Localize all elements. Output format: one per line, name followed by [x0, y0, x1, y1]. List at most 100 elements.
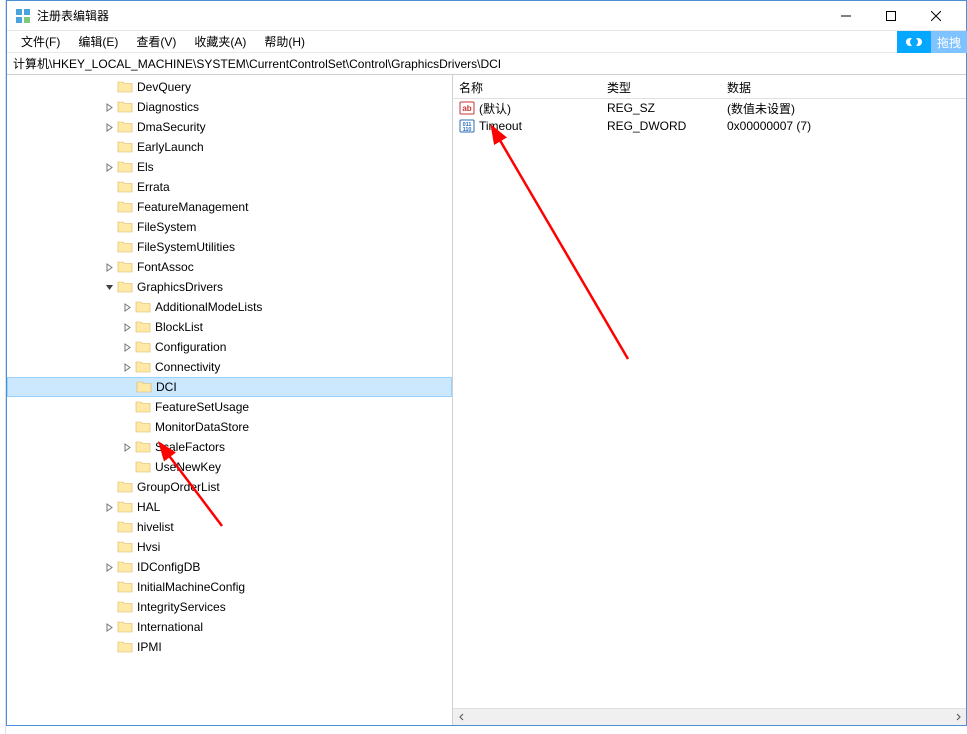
tree-label: AdditionalModeLists: [155, 300, 262, 314]
tree-node[interactable]: FeatureManagement: [7, 197, 452, 217]
expander-none: [101, 219, 117, 235]
column-header-type[interactable]: 类型: [601, 75, 721, 98]
column-header-data[interactable]: 数据: [721, 75, 951, 98]
chevron-right-icon[interactable]: [119, 319, 135, 335]
tree-node[interactable]: Diagnostics: [7, 97, 452, 117]
binary-value-icon: 011110: [459, 118, 475, 134]
list-row[interactable]: 011110TimeoutREG_DWORD0x00000007 (7): [453, 117, 966, 135]
minimize-button[interactable]: [823, 1, 868, 30]
registry-editor-window: 注册表编辑器 拖拽 文件(F)编辑(E)查看(V)收藏夹(A)帮助(H) 计算机…: [6, 0, 967, 726]
maximize-button[interactable]: [868, 1, 913, 30]
expander-none: [101, 479, 117, 495]
tree-node[interactable]: MonitorDataStore: [7, 417, 452, 437]
scroll-track[interactable]: [470, 709, 949, 726]
menu-item[interactable]: 收藏夹(A): [186, 31, 254, 52]
tree-label: GraphicsDrivers: [137, 280, 223, 294]
tree-node[interactable]: Configuration: [7, 337, 452, 357]
chevron-down-icon[interactable]: [101, 279, 117, 295]
value-name: (默认): [479, 100, 511, 117]
folder-icon: [117, 479, 133, 495]
tree-node[interactable]: FeatureSetUsage: [7, 397, 452, 417]
tree-node[interactable]: Errata: [7, 177, 452, 197]
tree-node[interactable]: BlockList: [7, 317, 452, 337]
folder-icon: [135, 439, 151, 455]
window-title: 注册表编辑器: [37, 7, 823, 24]
folder-icon: [117, 219, 133, 235]
chevron-right-icon[interactable]: [119, 439, 135, 455]
folder-icon: [136, 379, 152, 395]
tree-label: Els: [137, 160, 154, 174]
tree-node[interactable]: DmaSecurity: [7, 117, 452, 137]
chevron-right-icon[interactable]: [119, 339, 135, 355]
tree-node[interactable]: HAL: [7, 497, 452, 517]
chevron-right-icon[interactable]: [101, 159, 117, 175]
folder-icon: [117, 579, 133, 595]
tree-label: Hvsi: [137, 540, 160, 554]
folder-icon: [117, 279, 133, 295]
tree-node[interactable]: IPMI: [7, 637, 452, 657]
list-pane: 名称 类型 数据 ab(默认)REG_SZ(数值未设置)011110Timeou…: [453, 75, 966, 725]
chevron-right-icon[interactable]: [101, 259, 117, 275]
folder-icon: [117, 239, 133, 255]
expander-none: [101, 639, 117, 655]
tree-node[interactable]: FileSystem: [7, 217, 452, 237]
tree-node[interactable]: Els: [7, 157, 452, 177]
folder-icon: [117, 199, 133, 215]
folder-icon: [117, 639, 133, 655]
folder-icon: [135, 339, 151, 355]
value-data: (数值未设置): [721, 99, 951, 118]
tree-node[interactable]: hivelist: [7, 517, 452, 537]
expander-none: [119, 419, 135, 435]
tree-label: HAL: [137, 500, 160, 514]
chevron-right-icon[interactable]: [101, 499, 117, 515]
scroll-left-button[interactable]: [453, 709, 470, 726]
chevron-right-icon[interactable]: [119, 299, 135, 315]
chevron-right-icon[interactable]: [101, 619, 117, 635]
column-header-name[interactable]: 名称: [453, 75, 601, 98]
tree-node[interactable]: Connectivity: [7, 357, 452, 377]
tree-node[interactable]: InitialMachineConfig: [7, 577, 452, 597]
chevron-right-icon[interactable]: [101, 119, 117, 135]
tree-node[interactable]: ScaleFactors: [7, 437, 452, 457]
close-button[interactable]: [913, 1, 958, 30]
tree-node[interactable]: IntegrityServices: [7, 597, 452, 617]
tree-node[interactable]: EarlyLaunch: [7, 137, 452, 157]
side-badge[interactable]: 拖拽: [897, 31, 967, 53]
addressbar[interactable]: 计算机\HKEY_LOCAL_MACHINE\SYSTEM\CurrentCon…: [7, 53, 966, 75]
value-data: 0x00000007 (7): [721, 118, 951, 134]
horizontal-scrollbar[interactable]: [453, 708, 966, 725]
tree-node[interactable]: IDConfigDB: [7, 557, 452, 577]
menu-item[interactable]: 编辑(E): [70, 31, 126, 52]
tree-pane: DeviceMigrationDeviceOverridesDevicePane…: [7, 75, 453, 725]
tree-node[interactable]: UseNewKey: [7, 457, 452, 477]
folder-icon: [117, 619, 133, 635]
tree-node[interactable]: GraphicsDrivers: [7, 277, 452, 297]
tree-node[interactable]: FontAssoc: [7, 257, 452, 277]
folder-icon: [117, 159, 133, 175]
tree-label: Errata: [137, 180, 170, 194]
tree-node[interactable]: GroupOrderList: [7, 477, 452, 497]
menu-item[interactable]: 文件(F): [13, 31, 68, 52]
menu-item[interactable]: 帮助(H): [256, 31, 313, 52]
tree-scroll[interactable]: DeviceMigrationDeviceOverridesDevicePane…: [7, 75, 452, 725]
expander-none: [101, 139, 117, 155]
folder-icon: [117, 79, 133, 95]
chevron-right-icon[interactable]: [101, 99, 117, 115]
tree-label: FileSystem: [137, 220, 196, 234]
tree-node[interactable]: DCI: [7, 377, 452, 397]
menu-item[interactable]: 查看(V): [128, 31, 184, 52]
tree-node[interactable]: DevQuery: [7, 77, 452, 97]
tree-node[interactable]: International: [7, 617, 452, 637]
tree-label: ScaleFactors: [155, 440, 225, 454]
scroll-right-button[interactable]: [949, 709, 966, 726]
tree-node[interactable]: FileSystemUtilities: [7, 237, 452, 257]
list-row[interactable]: ab(默认)REG_SZ(数值未设置): [453, 99, 966, 117]
menubar: 文件(F)编辑(E)查看(V)收藏夹(A)帮助(H): [7, 31, 966, 53]
tree-label: Diagnostics: [137, 100, 199, 114]
folder-icon: [135, 299, 151, 315]
tree-node[interactable]: AdditionalModeLists: [7, 297, 452, 317]
chevron-right-icon[interactable]: [119, 359, 135, 375]
tree-node[interactable]: Hvsi: [7, 537, 452, 557]
list-body[interactable]: ab(默认)REG_SZ(数值未设置)011110TimeoutREG_DWOR…: [453, 99, 966, 708]
chevron-right-icon[interactable]: [101, 559, 117, 575]
